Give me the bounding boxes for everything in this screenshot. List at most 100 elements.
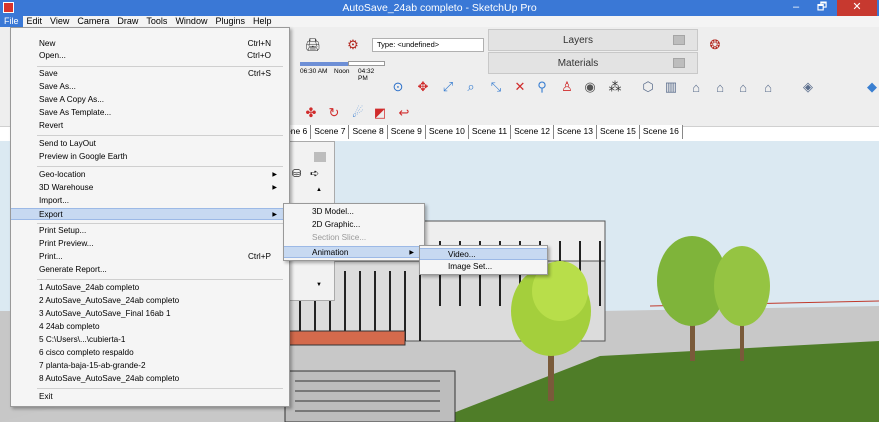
recent-file-3[interactable]: 3 AutoSave_AutoSave_Final 16ab 1 <box>11 308 289 320</box>
recent-file-1[interactable]: 1 AutoSave_24ab completo <box>11 282 289 294</box>
materials-tray[interactable]: Materials <box>488 52 698 74</box>
look-around-icon[interactable]: ◉ <box>582 79 598 95</box>
menu-revert[interactable]: Revert <box>11 120 289 132</box>
move-icon[interactable]: ✤ <box>303 105 319 121</box>
menu-file[interactable]: File <box>0 16 23 27</box>
menu-export-animation[interactable]: Animation ▶ <box>284 246 424 258</box>
menu-exit[interactable]: Exit <box>11 391 289 403</box>
tab-scene-11[interactable]: Scene 11 <box>469 125 512 139</box>
tab-scene-12[interactable]: Scene 12 <box>511 125 555 139</box>
zoom-extents-icon[interactable]: ⤡ <box>488 79 504 95</box>
menu-print-setup[interactable]: Print Setup... <box>11 225 289 237</box>
menu-save-as[interactable]: Save As... <box>11 81 289 93</box>
offset-icon[interactable]: ↩ <box>396 105 412 121</box>
top-view-icon[interactable]: ▥ <box>663 79 679 95</box>
menu-animation-video[interactable]: Video... <box>420 248 547 260</box>
menu-save-copy[interactable]: Save A Copy As... <box>11 94 289 106</box>
recent-file-8[interactable]: 8 AutoSave_AutoSave_24ab completo <box>11 373 289 385</box>
menu-edit[interactable]: Edit <box>23 16 47 27</box>
print-icon[interactable]: 🖨 <box>305 37 322 53</box>
menu-export[interactable]: Export ▶ <box>11 208 289 220</box>
type-field[interactable]: Type: <undefined> <box>372 38 484 52</box>
walk-icon[interactable]: ♙ <box>559 79 575 95</box>
back-view-icon[interactable]: ⌂ <box>735 79 751 95</box>
zoom-window-icon[interactable]: ⌕ <box>463 79 479 95</box>
time-slider[interactable]: 06:30 AM Noon 04:32 PM <box>300 60 385 82</box>
components-icon[interactable]: ❂ <box>707 37 723 53</box>
menu-separator <box>37 135 283 136</box>
minimize-button[interactable]: – <box>783 0 809 16</box>
materials-tray-toggle[interactable] <box>673 58 685 68</box>
time-slider-handle[interactable] <box>348 61 385 66</box>
menu-view[interactable]: View <box>46 16 73 27</box>
recent-file-2[interactable]: 2 AutoSave_AutoSave_24ab completo <box>11 295 289 307</box>
tab-scene-8[interactable]: Scene 8 <box>349 125 388 139</box>
menu-print-preview[interactable]: Print Preview... <box>11 238 289 250</box>
side-panel-toggle[interactable] <box>314 152 326 162</box>
menu-3d-warehouse[interactable]: 3D Warehouse ▶ <box>11 182 289 194</box>
menu-geo-location[interactable]: Geo-location ▶ <box>11 169 289 181</box>
previous-view-icon[interactable]: ✕ <box>512 79 528 95</box>
tab-scene-15[interactable]: Scene 15 <box>597 125 640 139</box>
menu-animation-label: Animation <box>312 248 349 257</box>
front-view-icon[interactable]: ⌂ <box>688 79 704 95</box>
right-view-icon[interactable]: ⌂ <box>712 79 728 95</box>
menu-help[interactable]: Help <box>249 16 276 27</box>
menu-save[interactable]: Save Ctrl+S <box>11 68 289 80</box>
footprints-icon[interactable]: ⁂ <box>607 79 623 95</box>
time-end-label: 04:32 PM <box>358 68 375 82</box>
tab-scene-9[interactable]: Scene 9 <box>388 125 426 139</box>
section-plane-icon[interactable]: ◈ <box>800 79 816 95</box>
zoom-icon[interactable]: ⤢ <box>440 79 456 95</box>
recent-file-7[interactable]: 7 planta-baja-15-ab-grande-2 <box>11 360 289 372</box>
submenu-arrow-icon: ▶ <box>272 185 277 191</box>
menu-plugins[interactable]: Plugins <box>211 16 249 27</box>
menu-import[interactable]: Import... <box>11 195 289 207</box>
menu-send-layout[interactable]: Send to LayOut <box>11 138 289 150</box>
extra-tool-icon[interactable]: ◆ <box>864 79 879 95</box>
recent-file-4[interactable]: 4 24ab completo <box>11 321 289 333</box>
forward-arrow-icon[interactable]: ➪ <box>310 167 319 180</box>
time-noon-label: Noon <box>334 68 350 75</box>
recent-file-6[interactable]: 6 cisco completo respaldo <box>11 347 289 359</box>
scale-icon[interactable]: ◩ <box>372 105 388 121</box>
menu-draw[interactable]: Draw <box>113 16 142 27</box>
pan-icon[interactable]: ✥ <box>415 79 431 95</box>
menu-print[interactable]: Print... Ctrl+P <box>11 251 289 263</box>
menu-window[interactable]: Window <box>171 16 211 27</box>
menu-open[interactable]: Open... Ctrl+O <box>11 50 289 62</box>
menu-open-shortcut: Ctrl+O <box>247 51 271 60</box>
menu-export-3d-model[interactable]: 3D Model... <box>284 206 424 218</box>
paint-bucket-icon[interactable]: ⛁ <box>292 167 301 180</box>
layers-tray-toggle[interactable] <box>673 35 685 45</box>
menu-save-label: Save <box>39 69 58 78</box>
orbit-icon[interactable]: ⊙ <box>390 79 406 95</box>
recent-file-5[interactable]: 5 C:\Users\...\cubierta-1 <box>11 334 289 346</box>
layers-tray[interactable]: Layers <box>488 29 698 51</box>
menu-preview-google-earth[interactable]: Preview in Google Earth <box>11 151 289 163</box>
follow-me-icon[interactable]: ☄ <box>350 105 366 121</box>
menu-new-shortcut: Ctrl+N <box>247 39 271 48</box>
close-button[interactable]: ✕ <box>837 0 877 16</box>
maximize-button[interactable]: 🗗 <box>809 0 835 16</box>
menu-save-template[interactable]: Save As Template... <box>11 107 289 119</box>
position-camera-icon[interactable]: ⚲ <box>534 79 550 95</box>
scroll-down-icon[interactable]: ▼ <box>316 282 322 288</box>
scroll-up-icon[interactable]: ▲ <box>316 187 322 193</box>
iso-view-icon[interactable]: ⬡ <box>640 79 656 95</box>
menu-animation-image-set[interactable]: Image Set... <box>420 261 547 273</box>
rotate-icon[interactable]: ↻ <box>326 105 342 121</box>
tab-scene-7[interactable]: Scene 7 <box>311 125 350 139</box>
model-info-icon[interactable]: ⚙ <box>345 37 361 53</box>
menu-new[interactable]: New Ctrl+N <box>11 38 289 50</box>
menu-separator <box>37 223 283 224</box>
tab-scene-16[interactable]: Scene 16 <box>640 125 683 139</box>
submenu-arrow-icon: ▶ <box>409 250 414 256</box>
menu-camera[interactable]: Camera <box>73 16 113 27</box>
menu-generate-report[interactable]: Generate Report... <box>11 264 289 276</box>
tab-scene-13[interactable]: Scene 13 <box>554 125 597 139</box>
menu-tools[interactable]: Tools <box>142 16 171 27</box>
tab-scene-10[interactable]: Scene 10 <box>426 125 469 139</box>
left-view-icon[interactable]: ⌂ <box>760 79 776 95</box>
menu-export-2d-graphic[interactable]: 2D Graphic... <box>284 219 424 231</box>
